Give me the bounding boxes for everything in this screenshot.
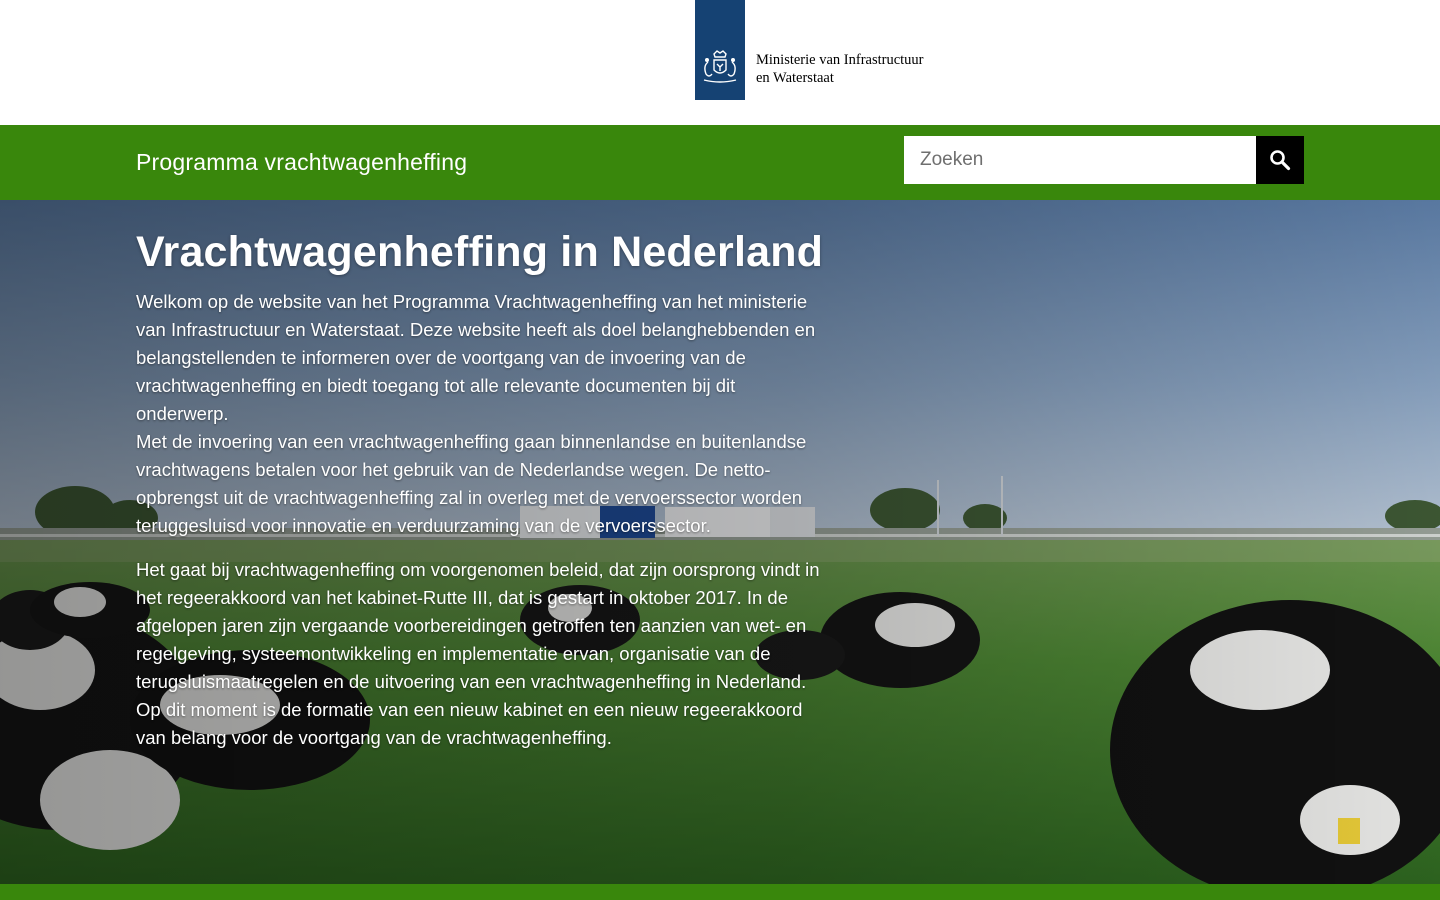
search-button[interactable] — [1256, 136, 1304, 184]
ministry-name: Ministerie van Infrastructuur en Waterst… — [756, 51, 924, 87]
intro-paragraph-2-text: Met de invoering van een vrachtwagenheff… — [136, 431, 807, 536]
page-title: Vrachtwagenheffing in Nederland — [136, 228, 824, 276]
search-form — [904, 136, 1304, 184]
logo-ribbon — [695, 0, 745, 100]
ministry-name-line2: en Waterstaat — [756, 70, 834, 86]
search-icon — [1270, 150, 1291, 171]
intro-paragraph-1-text: Welkom op de website van het Programma V… — [136, 291, 816, 424]
intro-paragraph-3: Het gaat bij vrachtwagenheffing om voorg… — [136, 559, 820, 748]
site-header: Ministerie van Infrastructuur en Waterst… — [0, 0, 1440, 125]
ministry-name-line1: Ministerie van Infrastructuur — [756, 52, 924, 68]
program-nav-bar: Programma vrachtwagenheffing — [0, 125, 1440, 200]
ministry-logo[interactable]: Ministerie van Infrastructuur en Waterst… — [695, 0, 924, 100]
hero-content: Vrachtwagenheffing in Nederland Welkom o… — [136, 226, 826, 752]
coat-of-arms-icon — [703, 50, 737, 83]
search-input[interactable] — [904, 136, 1256, 184]
intro-paragraph-1: Welkom op de website van het Programma V… — [136, 288, 826, 540]
hero-section: Vrachtwagenheffing in Nederland Welkom o… — [0, 200, 1440, 884]
program-title-link[interactable]: Programma vrachtwagenheffing — [136, 149, 467, 176]
footer-bar — [0, 884, 1440, 900]
